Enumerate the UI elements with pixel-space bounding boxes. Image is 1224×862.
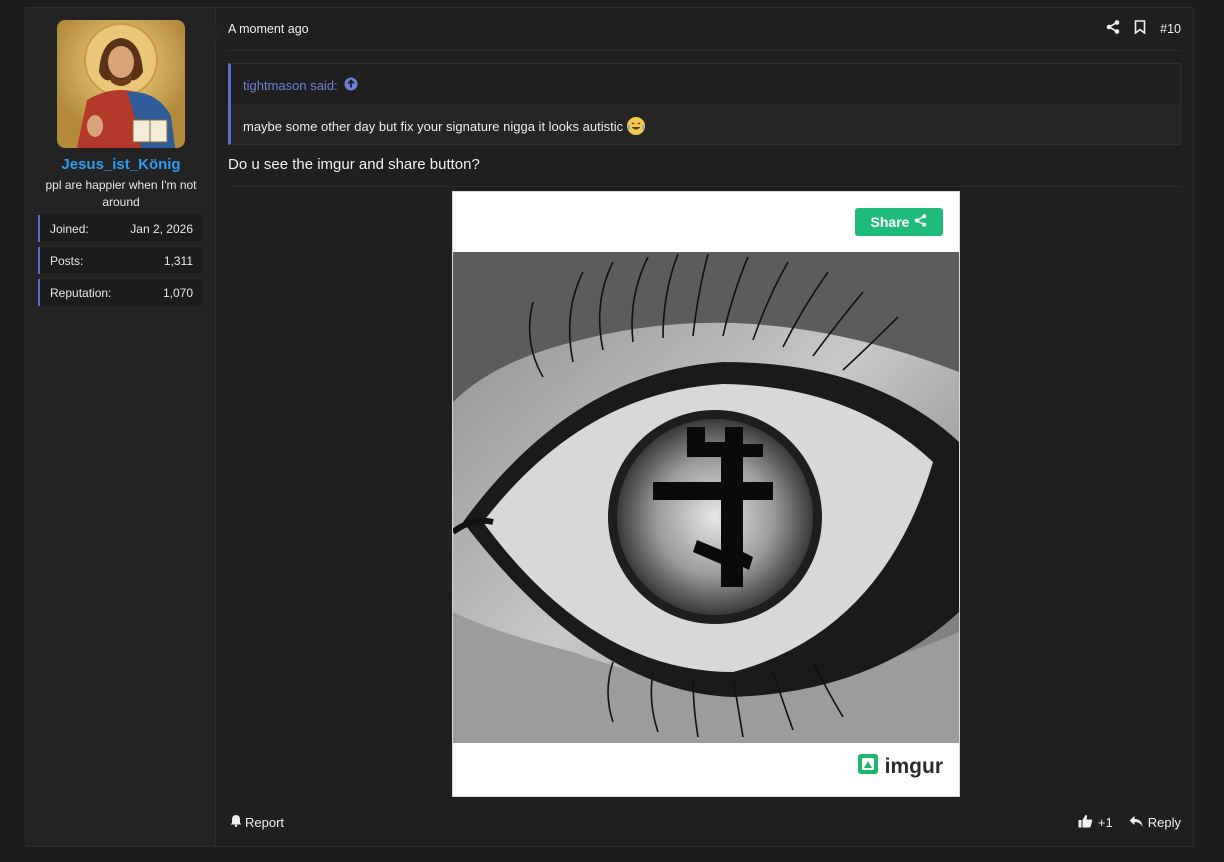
imgur-logo[interactable]: imgur xyxy=(857,754,943,780)
post-arrow xyxy=(215,26,223,42)
quote-header[interactable]: tightmason said: xyxy=(243,77,358,94)
stat-value: Jan 2, 2026 xyxy=(130,222,193,236)
post-time[interactable]: A moment ago xyxy=(228,22,309,36)
quote-author[interactable]: tightmason said: xyxy=(243,78,338,93)
stat-value: 1,070 xyxy=(162,286,193,300)
bell-icon xyxy=(230,814,242,830)
report-label: Report xyxy=(245,814,285,830)
reply-icon xyxy=(1129,815,1143,831)
quote-block: tightmason said: maybe some other day bu… xyxy=(228,63,1181,145)
stat-joined: Joined: Jan 2, 2026 xyxy=(38,215,202,242)
header-divider xyxy=(228,50,1181,51)
stat-value: 1,311 xyxy=(163,254,193,268)
post-number[interactable]: #10 xyxy=(1160,22,1181,36)
imgur-icon xyxy=(857,754,878,780)
post-header-actions: #10 xyxy=(1106,19,1181,39)
quote-body: maybe some other day but fix your signat… xyxy=(231,104,1180,144)
user-title: ppl are happier when I'm not around xyxy=(45,178,197,209)
quote-text: maybe some other day but fix your signat… xyxy=(243,119,624,134)
grinning-tears-emoji xyxy=(627,117,646,135)
arrow-up-circle-icon[interactable] xyxy=(344,77,358,94)
stat-reputation: Reputation: 1,070 xyxy=(38,279,202,306)
embedded-image[interactable] xyxy=(451,252,959,743)
username[interactable]: Jesus_ist_König xyxy=(26,156,216,173)
stat-label: Joined: xyxy=(50,222,89,236)
like-button[interactable]: +1 xyxy=(1078,814,1113,831)
thumbs-up-icon xyxy=(1078,814,1093,831)
like-count: +1 xyxy=(1097,815,1113,830)
share-small-icon xyxy=(914,214,927,230)
user-sidebar: Jesus_ist_König ppl are happier when I'm… xyxy=(26,8,216,846)
reply-button[interactable]: Reply xyxy=(1129,815,1181,831)
message-divider xyxy=(228,186,1181,187)
post-footer-actions: +1 Reply xyxy=(1078,814,1181,831)
avatar[interactable] xyxy=(57,20,185,148)
reply-label: Reply xyxy=(1147,815,1181,830)
stat-label: Reputation: xyxy=(50,286,112,300)
report-button[interactable]: Report xyxy=(230,814,284,830)
stat-posts: Posts: 1,311 xyxy=(38,247,202,274)
embed-share-label: Share xyxy=(870,214,910,230)
stat-label: Posts: xyxy=(50,254,84,268)
post-main: A moment ago #10 tightmason said: maybe … xyxy=(215,8,1193,846)
bookmark-icon[interactable] xyxy=(1134,19,1146,39)
post-message: Do u see the imgur and share button? xyxy=(228,156,480,173)
share-icon[interactable] xyxy=(1106,19,1120,39)
imgur-embed: Share imgur xyxy=(451,191,960,797)
embed-share-button[interactable]: Share xyxy=(855,208,943,236)
post-container: Jesus_ist_König ppl are happier when I'm… xyxy=(25,7,1194,847)
imgur-logo-text: imgur xyxy=(884,755,943,778)
